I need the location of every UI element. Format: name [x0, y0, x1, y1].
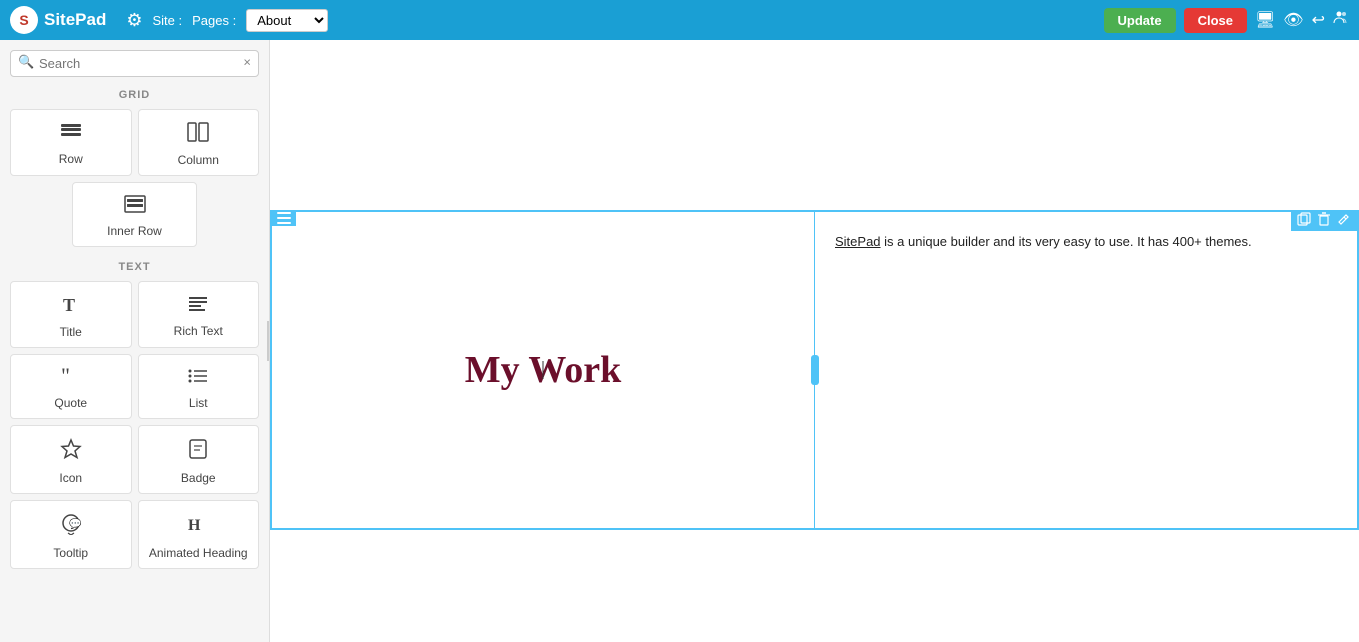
canvas-row: My Work SitePad is a unique builder and …	[270, 210, 1359, 530]
tooltip-label: Tooltip	[53, 546, 88, 560]
rich-text-icon	[187, 295, 209, 319]
column-icon	[187, 122, 209, 148]
search-bar: 🔍 ×	[0, 40, 269, 83]
inner-row-icon	[124, 195, 146, 219]
logo-text: SitePad	[44, 10, 106, 30]
preview-icon[interactable]: 👁	[1283, 10, 1303, 30]
canvas-content-text: SitePad is a unique builder and its very…	[835, 232, 1337, 252]
row-label: Row	[59, 152, 83, 166]
text-widget-grid: T Title Rich Text	[0, 277, 269, 577]
quote-label: Quote	[54, 396, 87, 410]
header-right: Update Close 🖥 👁 ↩	[1104, 8, 1350, 33]
widget-tooltip[interactable]: 💬 Tooltip	[10, 500, 132, 569]
grid-section-label: GRID	[0, 83, 269, 105]
close-button[interactable]: Close	[1184, 8, 1247, 33]
icon-widget-label: Icon	[59, 471, 82, 485]
row-icon	[60, 123, 82, 147]
widget-badge[interactable]: Badge	[138, 425, 260, 494]
canvas-top-space	[270, 40, 1359, 200]
canvas-col-right[interactable]: SitePad is a unique builder and its very…	[815, 212, 1357, 528]
title-icon: T	[61, 294, 81, 320]
canvas-col-left[interactable]: My Work	[272, 212, 815, 528]
svg-text:": "	[61, 367, 70, 385]
desktop-icon[interactable]: 🖥	[1255, 10, 1275, 30]
column-resize-handle[interactable]	[811, 355, 819, 385]
search-icon: 🔍	[18, 54, 34, 70]
header: S SitePad ⚙ Site : Pages : About Home Co…	[0, 0, 1359, 40]
quote-icon: "	[60, 367, 82, 391]
canvas-bottom-space	[270, 540, 1359, 642]
logo-icon: S	[10, 6, 38, 34]
widget-inner-row[interactable]: Inner Row	[72, 182, 197, 247]
widget-quote[interactable]: " Quote	[10, 354, 132, 419]
pages-label: Pages :	[192, 13, 236, 28]
widget-rich-text[interactable]: Rich Text	[138, 281, 260, 348]
animated-heading-label: Animated Heading	[149, 546, 248, 560]
title-label: Title	[60, 325, 82, 339]
pages-select[interactable]: About Home Contact Portfolio	[246, 9, 328, 32]
list-icon	[187, 367, 209, 391]
grid-widget-grid: Row Column	[0, 105, 269, 255]
canvas-area[interactable]: My Work SitePad is a unique builder and …	[270, 40, 1359, 642]
sidebar: 🔍 × GRID Row	[0, 40, 270, 642]
animated-heading-icon: H	[187, 513, 209, 541]
widget-title[interactable]: T Title	[10, 281, 132, 348]
widget-icon-item[interactable]: Icon	[10, 425, 132, 494]
badge-label: Badge	[181, 471, 216, 485]
search-input[interactable]	[10, 50, 259, 77]
inner-row-label: Inner Row	[107, 224, 162, 238]
update-button[interactable]: Update	[1104, 8, 1176, 33]
logo-area: S SitePad	[10, 6, 106, 34]
rich-text-label: Rich Text	[174, 324, 223, 338]
users-icon[interactable]	[1333, 10, 1349, 31]
widget-column[interactable]: Column	[138, 109, 260, 176]
gear-icon[interactable]: ⚙	[126, 10, 142, 31]
canvas-inner: My Work SitePad is a unique builder and …	[270, 40, 1359, 642]
text-cursor	[543, 361, 544, 379]
list-label: List	[189, 396, 208, 410]
undo-icon[interactable]: ↩	[1312, 10, 1325, 30]
badge-icon	[188, 438, 208, 466]
svg-text:T: T	[63, 295, 75, 314]
users-svg-icon	[1333, 10, 1349, 26]
site-label: Site :	[153, 13, 183, 28]
icon-widget-icon	[60, 438, 82, 466]
widget-row[interactable]: Row	[10, 109, 132, 176]
clear-icon[interactable]: ×	[243, 54, 251, 69]
widget-animated-heading[interactable]: H Animated Heading	[138, 500, 260, 569]
tooltip-icon: 💬	[60, 513, 82, 541]
text-section-label: TEXT	[0, 255, 269, 277]
column-label: Column	[178, 153, 219, 167]
svg-text:💬: 💬	[69, 517, 82, 530]
widget-list[interactable]: List	[138, 354, 260, 419]
main-layout: 🔍 × GRID Row	[0, 40, 1359, 642]
svg-text:H: H	[188, 517, 201, 534]
